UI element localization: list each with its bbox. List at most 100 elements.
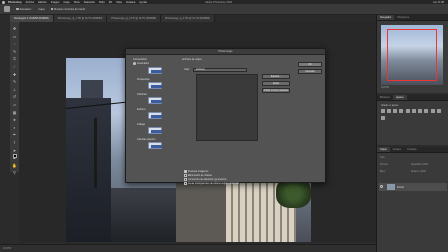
layer-row[interactable]: Fondo — [379, 183, 447, 191]
type-tool-icon[interactable]: T — [12, 140, 17, 145]
eyedropper-tool-icon[interactable]: ⁄ — [12, 64, 17, 69]
use-select[interactable]: Archivos — [193, 68, 247, 72]
status-bar: 16,67% — [0, 244, 376, 252]
move-tool-preset-icon[interactable] — [4, 6, 10, 12]
history-brush-tool-icon[interactable]: ↺ — [12, 94, 17, 99]
curves-icon[interactable] — [393, 109, 397, 113]
navigator-tabs: Navegador Histograma — [377, 15, 448, 21]
tab-adjustments[interactable]: Ajustes — [392, 95, 407, 100]
exposure-icon[interactable] — [399, 109, 403, 113]
channel-mixer-icon[interactable] — [436, 109, 441, 113]
document-tab[interactable]: Photomerge_rg_1.TIF @ 16,7% (RGB/8#) — [53, 15, 108, 22]
layout-label-reposition: Cambiar posición — [137, 138, 156, 141]
eraser-tool-icon[interactable]: ▱ — [12, 102, 17, 107]
zoom-level[interactable]: 16,67% — [3, 247, 11, 250]
layout-perspective-icon[interactable] — [148, 82, 162, 89]
layer-kind-filter[interactable]: Tipo — [380, 157, 384, 159]
source-files-list[interactable] — [196, 74, 258, 141]
option-transform-label: Mostrar controles de transf. — [54, 7, 86, 11]
hue-saturation-icon[interactable] — [411, 109, 416, 113]
layout-label-cylindrical: Cilíndrico — [137, 93, 147, 96]
lasso-tool-icon[interactable]: ◌ — [12, 41, 17, 46]
navigator-view-box[interactable] — [387, 29, 437, 81]
layout-reposition-icon[interactable] — [148, 142, 162, 149]
add-open-files-button[interactable]: Añadir archivos abiertos — [262, 88, 290, 93]
tools-panel: ✥ ▭ ◌ ✎ ⌗ ⁄ ✚ ✎ ⊥ ↺ ▱ ▦ ● ◐ ✒ T ➤ ■ ✋ ⚲ — [10, 22, 19, 175]
pen-tool-icon[interactable]: ✒ — [12, 132, 17, 137]
zoom-tool-icon[interactable]: ⚲ — [12, 170, 17, 175]
document-tab[interactable]: Rectángulo 3, RGB/8# (RGB/8#) — [10, 15, 54, 22]
stamp-tool-icon[interactable]: ⊥ — [12, 87, 17, 92]
tab-layers[interactable]: Capas — [377, 147, 390, 152]
layout-collage-icon[interactable] — [148, 127, 162, 134]
tab-navigator[interactable]: Navegador — [377, 15, 395, 20]
layer-opacity[interactable]: Opacidad: 100% — [411, 164, 428, 166]
layout-auto-icon[interactable] — [148, 67, 162, 74]
browse-button[interactable]: Explorar... — [262, 74, 290, 79]
tab-paths[interactable]: Trazados — [404, 147, 420, 152]
distortion-correction-checkbox[interactable] — [184, 178, 187, 181]
layout-radio-auto[interactable] — [133, 62, 136, 65]
color-lookup-icon[interactable] — [381, 116, 385, 120]
navigator-panel: Navegador Histograma 16,67% — [377, 15, 448, 93]
layout-spherical-icon[interactable] — [148, 112, 162, 119]
adjustment-icons — [381, 109, 445, 123]
option-layer-select[interactable]: Capa — [38, 8, 44, 11]
tab-libraries[interactable]: Biblioteca — [377, 95, 393, 100]
document-tab[interactable]: Photomerge_rg_2.TIF @ 16,7% (RGB/8#) — [107, 15, 162, 22]
vibrance-icon[interactable] — [405, 109, 410, 113]
brush-tool-icon[interactable]: ✎ — [12, 79, 17, 84]
dodge-tool-icon[interactable]: ◐ — [12, 125, 17, 130]
gradient-tool-icon[interactable]: ▦ — [12, 110, 17, 115]
autoselect-checkbox[interactable] — [16, 7, 19, 11]
color-balance-icon[interactable] — [417, 109, 422, 113]
remove-button[interactable]: Quitar — [262, 81, 290, 86]
foreground-color-swatch[interactable] — [13, 154, 17, 158]
layers-panel: Capas Canales Trazados Tipo Normal Opaci… — [377, 147, 448, 252]
black-white-icon[interactable] — [423, 109, 428, 113]
tab-histogram[interactable]: Histograma — [394, 15, 412, 20]
crop-tool-icon[interactable]: ⌗ — [12, 56, 17, 61]
layout-cylindrical-icon[interactable] — [148, 97, 162, 104]
quick-select-tool-icon[interactable]: ✎ — [12, 49, 17, 54]
navigator-thumbnail[interactable] — [381, 25, 443, 85]
photo-filter-icon[interactable] — [430, 109, 435, 113]
marquee-tool-icon[interactable]: ▭ — [12, 34, 17, 39]
blur-tool-icon[interactable]: ● — [12, 117, 17, 122]
visibility-eye-icon[interactable] — [380, 185, 383, 188]
levels-icon[interactable] — [387, 109, 391, 113]
layer-thumbnail — [387, 184, 395, 190]
content-aware-fill-checkbox[interactable] — [184, 182, 187, 185]
dialog-title: Photomerge — [126, 49, 325, 55]
cancel-button[interactable]: Cancelar — [298, 69, 322, 74]
move-tool-icon[interactable]: ✥ — [12, 26, 17, 31]
use-label: Usar: — [184, 68, 190, 71]
option-autoselect[interactable]: Autoselec.: — [16, 8, 32, 11]
options-bar: Autoselec.: Capa Mostrar controles de tr… — [0, 4, 448, 15]
tab-channels[interactable]: Canales — [390, 147, 404, 152]
layout-label-spherical: Esférico — [137, 108, 146, 111]
adjustments-panel: Biblioteca Ajustes Añadir un ajuste — [377, 95, 448, 145]
layer-lock[interactable]: Bloq.: — [380, 171, 386, 173]
blend-images-label: Fusionar imágenes — [188, 170, 209, 173]
layer-fill[interactable]: Relleno: 100% — [411, 171, 426, 173]
option-autoselect-label: Autoselec.: — [19, 7, 33, 11]
document-tab[interactable]: Photomerge_rg_3.TIF @ 16,7% (RGB/8#) — [161, 15, 215, 22]
distortion-correction-label: Corrección de distorsión geométrica — [188, 178, 227, 181]
navigator-zoom[interactable]: 16,67% — [381, 87, 445, 90]
transform-controls-checkbox[interactable] — [50, 7, 54, 11]
vignette-removal-checkbox[interactable] — [184, 174, 187, 177]
adjustments-tabs: Biblioteca Ajustes — [377, 95, 448, 101]
document-tabs: Rectángulo 3, RGB/8# (RGB/8#) Photomerge… — [10, 15, 376, 22]
brightness-icon[interactable] — [381, 109, 385, 113]
blend-mode-select[interactable]: Normal — [380, 164, 387, 166]
blend-images-checkbox[interactable] — [184, 170, 187, 173]
path-select-tool-icon[interactable]: ➤ — [12, 148, 17, 153]
photo-pole — [94, 118, 97, 188]
ok-button[interactable]: OK — [298, 62, 322, 67]
content-aware-fill-label: Áreas transparentes de relleno según con… — [188, 182, 239, 185]
layer-name: Fondo — [397, 185, 404, 189]
hand-tool-icon[interactable]: ✋ — [12, 163, 17, 168]
healing-tool-icon[interactable]: ✚ — [12, 72, 17, 77]
option-transform-controls[interactable]: Mostrar controles de transf. — [50, 7, 86, 11]
